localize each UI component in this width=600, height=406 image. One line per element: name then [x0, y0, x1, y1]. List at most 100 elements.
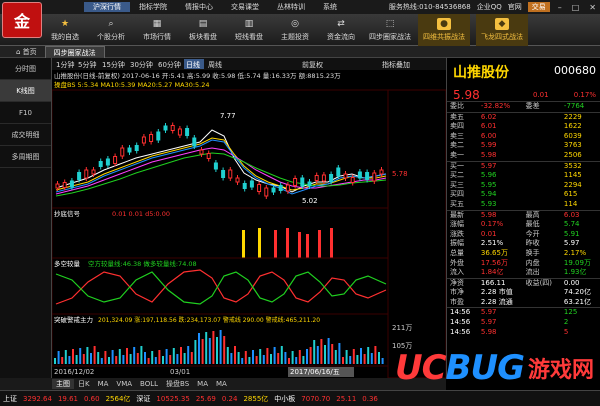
period-60min[interactable]: 60分钟: [158, 60, 181, 69]
volume-bar: [90, 353, 92, 364]
side-item-multi-period[interactable]: 多周期图: [0, 146, 51, 168]
stat-value: 0.01: [480, 229, 497, 238]
indicator-tab-vma[interactable]: VMA: [112, 380, 136, 388]
trade-button[interactable]: 交易: [527, 2, 550, 12]
volume-bar: [234, 346, 236, 364]
volume-bar: [345, 350, 348, 364]
fq-select[interactable]: 前复权: [302, 60, 323, 69]
sell-price: 6.02: [477, 111, 523, 123]
indicator-tab-ma[interactable]: MA: [94, 380, 113, 388]
candle-body: [372, 172, 377, 182]
indicator-tab-main[interactable]: 主图: [52, 379, 74, 389]
tab-home[interactable]: ⌂ 首页: [8, 46, 45, 58]
menu-item-system[interactable]: 系统: [314, 2, 346, 12]
indicator-overlay-select[interactable]: 指标叠加: [382, 60, 410, 69]
volume-bar: [190, 352, 193, 364]
volume-bar: [108, 357, 110, 364]
menu-item-indicator[interactable]: 指标学院: [130, 2, 176, 12]
candle-body: [84, 169, 89, 179]
stat-label: 外盘: [450, 258, 464, 267]
period-30min[interactable]: 30分钟: [130, 60, 153, 69]
fund-value: 166.11: [477, 277, 523, 289]
tool-theme[interactable]: ◎ 主题投资: [274, 14, 316, 46]
period-5min[interactable]: 5分钟: [78, 60, 96, 69]
menu-item-class[interactable]: 交易课堂: [222, 2, 268, 12]
sell-price: 5.98: [480, 150, 497, 159]
site-link[interactable]: 官网: [508, 2, 522, 12]
stat-label: 流出: [525, 268, 540, 277]
sell-row: 卖二 5.99 3763: [447, 141, 600, 151]
buy-label: 买四: [450, 190, 464, 199]
indicator-tab-ma3[interactable]: MA: [212, 380, 231, 388]
tool-four-step[interactable]: ⬚ 四步圈家战法: [366, 14, 414, 46]
sell-label: 卖二: [450, 141, 464, 150]
sh-value: 3292.64: [23, 394, 52, 403]
indicator-tab-boll[interactable]: BOLL: [136, 380, 162, 388]
period-bar: 1分钟 5分钟 15分钟 30分钟 60分钟 日线 周线 前复权 指标叠加: [52, 58, 446, 70]
menu-item-market[interactable]: 沪深行情: [84, 2, 130, 12]
tool-market[interactable]: ▦ 市场行情: [136, 14, 178, 46]
tool-fund-flow[interactable]: ⇄ 资金流向: [320, 14, 362, 46]
volume-bar: [223, 336, 226, 364]
star-icon: ★: [60, 19, 70, 29]
weibi-value: -32.82%: [480, 102, 511, 110]
stat-value: 5.74: [563, 220, 580, 229]
tab-four-step[interactable]: 四步圈家战法: [44, 45, 105, 58]
volume-bar: [316, 346, 319, 364]
menu-item-intel[interactable]: 情报中心: [176, 2, 222, 12]
menu-item-training[interactable]: 丛林特训: [268, 2, 314, 12]
sell-row: 卖一 5.98 2506: [447, 151, 600, 161]
sub2-values: 空方较量线:46.38 做多较量线:74.08: [88, 259, 197, 268]
candle-body: [300, 177, 305, 187]
volume-bar: [208, 338, 211, 364]
volume-bar: [367, 347, 370, 364]
sz-change: 25.69: [195, 394, 216, 403]
side-item-f10[interactable]: F10: [0, 102, 51, 124]
tool-label: 主题投资: [281, 33, 309, 41]
blocks-icon: ▤: [198, 19, 208, 29]
watermark-bug: BUG: [445, 348, 525, 388]
sz-label: 深证: [136, 394, 151, 403]
stat-value: 0.17%: [480, 220, 504, 229]
candle-body: [113, 156, 118, 164]
volume-bar: [144, 352, 146, 364]
minimize-icon[interactable]: –: [556, 3, 564, 12]
side-item-timeshare[interactable]: 分时图: [0, 58, 51, 80]
period-day[interactable]: 日线: [186, 60, 200, 69]
candle-body: [141, 136, 146, 144]
fund-label: 净资: [447, 277, 478, 289]
account-link[interactable]: 企业QQ: [477, 2, 502, 12]
candle-body: [69, 180, 74, 188]
tool-stock-analysis[interactable]: ⌕ 个股分析: [90, 14, 132, 46]
period-15min[interactable]: 15分钟: [102, 60, 125, 69]
sell-price: 5.99: [480, 141, 497, 150]
tool-favorites[interactable]: ★ 我的自选: [44, 14, 86, 46]
fund-label: 市净: [450, 288, 464, 297]
tool-resonance[interactable]: ● 四维共振战法: [418, 14, 470, 46]
tick-vol: 2: [563, 318, 569, 327]
indicator-tab-ma2[interactable]: MA: [193, 380, 212, 388]
volume-bar: [54, 358, 56, 364]
period-week[interactable]: 周线: [208, 60, 222, 69]
volume-bar: [169, 355, 172, 364]
tick-time: 14:56: [447, 307, 478, 319]
stat-label: 换手: [525, 248, 540, 257]
close-icon[interactable]: ✕: [587, 3, 598, 12]
maximize-icon[interactable]: □: [570, 3, 582, 12]
side-item-kline[interactable]: K线图: [0, 80, 51, 102]
volume-bar: [352, 349, 355, 364]
volume-bar: [64, 350, 67, 364]
stat-row: 外盘 17.56万 内盘 19.09万: [447, 259, 600, 269]
tool-dragon[interactable]: ◆ 飞龙四式战法: [476, 14, 528, 46]
tool-blocks[interactable]: ▤ 板块看盘: [182, 14, 224, 46]
tool-short-term[interactable]: ▥ 短线看盘: [228, 14, 270, 46]
candle-body: [336, 167, 341, 177]
kline-chart[interactable]: 1分钟 5分钟 15分钟 30分钟 60分钟 日线 周线 前复权 指标叠加 山推…: [52, 58, 446, 378]
side-item-trades[interactable]: 成交明细: [0, 124, 51, 146]
indicator-tab-dayk[interactable]: 日K: [74, 379, 94, 389]
volume-tick-top: 211万: [392, 324, 412, 332]
indicator-tab-bs[interactable]: 操盘BS: [162, 379, 193, 389]
tick-time: 14:56: [450, 327, 471, 336]
chart-icon: ▥: [244, 19, 254, 29]
period-1min[interactable]: 1分钟: [56, 60, 74, 69]
